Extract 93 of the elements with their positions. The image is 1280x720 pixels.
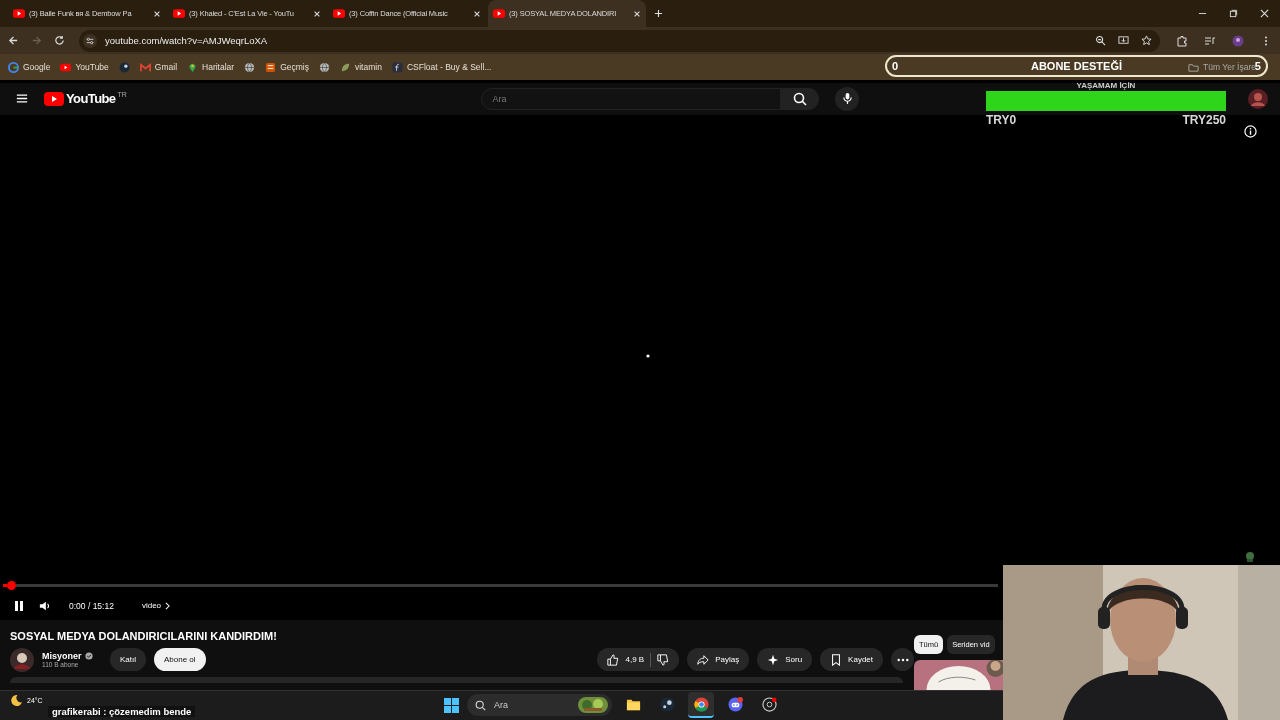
play-icon bbox=[13, 9, 25, 18]
bookmark-icon bbox=[265, 61, 277, 73]
channel-name[interactable]: Misyoner bbox=[42, 651, 82, 662]
bookmark-icon bbox=[391, 61, 403, 73]
play-icon bbox=[333, 9, 345, 18]
verified-icon bbox=[84, 652, 93, 661]
time-display: 0:00 / 15:12 bbox=[69, 600, 114, 611]
chat-message: grafikerabi : çözemedim bende bbox=[48, 706, 196, 717]
donation-goal-title: YAŞAMAM İÇİN bbox=[1076, 81, 1136, 90]
volume-icon[interactable] bbox=[39, 599, 51, 612]
search-button[interactable] bbox=[781, 87, 820, 110]
bookmark[interactable] bbox=[318, 61, 330, 73]
game-launcher-icon[interactable] bbox=[659, 696, 675, 712]
taskbar-search-field[interactable]: Ara bbox=[467, 694, 612, 717]
media-icon[interactable] bbox=[1204, 34, 1216, 47]
info-icon[interactable] bbox=[1244, 124, 1257, 138]
channel-avatar[interactable] bbox=[10, 647, 34, 672]
like-dislike-control[interactable]: 4,9 B bbox=[597, 648, 680, 672]
back-icon[interactable] bbox=[8, 35, 19, 47]
globe-icon bbox=[318, 61, 330, 73]
taskbar-app[interactable] bbox=[688, 692, 714, 719]
star-icon[interactable] bbox=[1141, 35, 1152, 47]
pause-icon[interactable] bbox=[13, 599, 25, 612]
extensions-icon[interactable] bbox=[1176, 34, 1188, 47]
ask-button[interactable]: Soru bbox=[757, 648, 813, 672]
close-icon[interactable] bbox=[1260, 9, 1269, 18]
bookmark[interactable]: Gmail bbox=[139, 61, 178, 73]
join-button[interactable]: Katıl bbox=[110, 648, 146, 672]
url-text: youtube.com/watch?v=AMJWeqrLoXA bbox=[105, 35, 268, 47]
bookmark[interactable]: Geçmiş bbox=[265, 61, 309, 73]
address-bar[interactable]: youtube.com/watch?v=AMJWeqrLoXA bbox=[79, 29, 1160, 52]
bookmark[interactable]: Google bbox=[8, 61, 51, 73]
record-icon[interactable] bbox=[761, 696, 777, 712]
leaf-icon bbox=[339, 61, 351, 73]
like-count: 4,9 B bbox=[625, 655, 645, 665]
close-icon[interactable] bbox=[633, 9, 641, 18]
search-icon[interactable] bbox=[793, 91, 808, 106]
bookmark[interactable]: YouTube bbox=[60, 61, 109, 73]
chat-app-icon[interactable] bbox=[727, 696, 743, 712]
goal-title: ABONE DESTEĞİ bbox=[1030, 60, 1123, 72]
profile-avatar[interactable] bbox=[1232, 34, 1244, 47]
new-tab-icon[interactable] bbox=[654, 9, 663, 18]
zoom-icon[interactable] bbox=[1095, 35, 1106, 47]
subscribe-button[interactable]: Abone ol bbox=[154, 648, 206, 672]
bookmark[interactable] bbox=[244, 61, 256, 73]
goal-minimum: TRY0 bbox=[986, 113, 1017, 127]
menu-icon[interactable] bbox=[16, 93, 28, 105]
sparkle-icon[interactable] bbox=[767, 653, 780, 666]
chevron-icon[interactable] bbox=[165, 601, 171, 610]
play-icon bbox=[60, 61, 72, 73]
reload-icon[interactable] bbox=[54, 35, 65, 47]
more-icon[interactable] bbox=[896, 657, 909, 662]
save-button[interactable]: Kaydet bbox=[820, 648, 883, 672]
progress-track[interactable] bbox=[15, 583, 998, 587]
goal-maximum: TRY250 bbox=[1182, 113, 1226, 127]
browser-icon[interactable] bbox=[693, 696, 709, 712]
mail-icon bbox=[139, 61, 151, 73]
share-icon[interactable] bbox=[697, 653, 710, 666]
thumbs-down-icon[interactable] bbox=[657, 653, 670, 666]
search-icon bbox=[475, 699, 486, 711]
user-avatar[interactable] bbox=[1248, 88, 1268, 109]
folder-icon bbox=[1188, 61, 1200, 73]
bookmark-icon[interactable] bbox=[830, 653, 843, 666]
site-settings-icon[interactable] bbox=[83, 33, 97, 48]
bookmark[interactable]: CSFloat - Buy & Sell... bbox=[391, 61, 492, 73]
bookmark-icon bbox=[118, 61, 130, 73]
close-icon[interactable] bbox=[153, 9, 161, 18]
more-button[interactable] bbox=[891, 648, 914, 672]
bookmark[interactable]: vitamin bbox=[339, 61, 382, 73]
video-title: SOSYAL MEDYA DOLANDIRICILARINI KANDIRDIM! bbox=[10, 629, 278, 642]
weather-icon[interactable] bbox=[10, 693, 23, 707]
search-field[interactable]: Ara bbox=[481, 87, 782, 110]
start-icon[interactable] bbox=[444, 697, 459, 713]
bookmark[interactable]: Haritalar bbox=[187, 61, 235, 73]
share-button[interactable]: Paylaş bbox=[687, 648, 750, 672]
microphone-icon[interactable] bbox=[842, 92, 853, 106]
bookmark-icon bbox=[8, 61, 19, 73]
close-icon[interactable] bbox=[313, 9, 321, 18]
all-bookmarks-folder[interactable]: Tüm Yer İşare bbox=[1188, 61, 1256, 73]
progress-handle[interactable] bbox=[6, 580, 16, 590]
chapter-button[interactable]: video bbox=[135, 600, 177, 612]
close-icon[interactable] bbox=[473, 9, 481, 18]
voice-search-button[interactable] bbox=[835, 86, 860, 111]
bookmark[interactable] bbox=[118, 61, 130, 73]
thumbs-up-icon[interactable] bbox=[607, 653, 620, 666]
goal-start: 0 bbox=[892, 60, 899, 72]
restore-icon[interactable] bbox=[1229, 9, 1238, 18]
play-icon bbox=[173, 9, 185, 18]
install-icon[interactable] bbox=[1118, 35, 1129, 47]
globe-icon bbox=[244, 61, 256, 73]
play-icon bbox=[493, 9, 505, 18]
creature-icon bbox=[1244, 550, 1256, 563]
loading-icon bbox=[646, 353, 650, 358]
